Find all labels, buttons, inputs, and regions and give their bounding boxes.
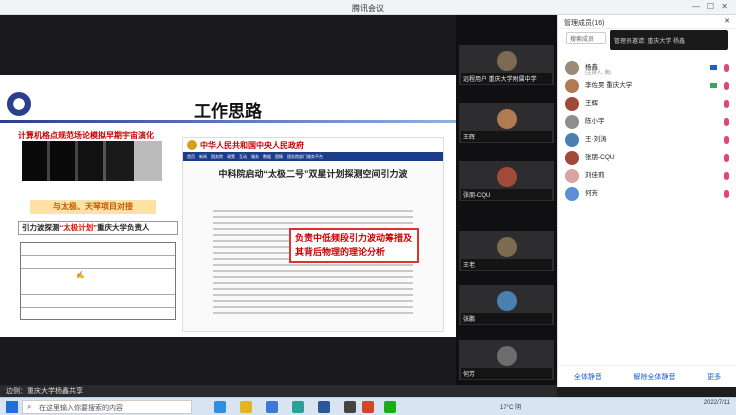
video-tile[interactable]: 张鹏 bbox=[459, 285, 554, 325]
invite-notice: 管理员邀请: 重庆大学 杨鑫 bbox=[610, 30, 728, 50]
shared-slide: 工作思路 计算机格点规范场论模拟早期宇宙演化 与太极、天琴项目对接 引力波探测“… bbox=[0, 75, 456, 337]
camera-icon[interactable] bbox=[710, 83, 717, 88]
avatar bbox=[565, 97, 579, 111]
list-item[interactable]: 王辉 bbox=[558, 95, 736, 113]
avatar bbox=[565, 187, 579, 201]
close-icon[interactable]: ✕ bbox=[721, 2, 728, 11]
supercomputer-image bbox=[22, 141, 162, 181]
mic-muted-icon[interactable] bbox=[724, 100, 729, 108]
word-icon[interactable] bbox=[318, 401, 330, 413]
os-taskbar: ⌕ 在这里输入你要搜索的内容 17°C 阴 2022/7/11 bbox=[0, 397, 736, 415]
more-button[interactable]: 更多 bbox=[707, 372, 721, 382]
gw-label-suffix: 重庆大学负责人 bbox=[97, 223, 150, 232]
mic-muted-icon[interactable] bbox=[724, 172, 729, 180]
video-tile[interactable]: 远程用户 重庆大学附属中学 bbox=[459, 45, 554, 85]
windows-start-icon[interactable] bbox=[6, 401, 18, 413]
camera-icon[interactable] bbox=[710, 65, 717, 70]
mute-all-button[interactable]: 全体静音 bbox=[574, 372, 602, 382]
list-item[interactable]: 张朋-CQU bbox=[558, 149, 736, 167]
list-item[interactable]: 陈小宇 bbox=[558, 113, 736, 131]
avatar bbox=[497, 291, 517, 311]
collab-label: 与太极、天琴项目对接 bbox=[30, 200, 156, 214]
slide-title-rule bbox=[0, 120, 456, 123]
list-item[interactable]: 王·刘涛 bbox=[558, 131, 736, 149]
video-tile[interactable]: 张朋-CQU bbox=[459, 161, 554, 201]
avatar bbox=[565, 79, 579, 93]
simulation-heading: 计算机格点规范场论模拟早期宇宙演化 bbox=[18, 131, 154, 140]
mic-muted-icon[interactable] bbox=[724, 136, 729, 144]
avatar bbox=[497, 167, 517, 187]
video-tile[interactable]: 何芳 bbox=[459, 340, 554, 380]
avatar bbox=[497, 346, 517, 366]
avatar bbox=[565, 61, 579, 75]
avatar bbox=[497, 237, 517, 257]
avatar bbox=[565, 133, 579, 147]
signed-form-image: ✍ bbox=[20, 242, 176, 320]
avatar bbox=[497, 51, 517, 71]
gw-label-highlight: “太极计划” bbox=[59, 223, 98, 232]
list-item[interactable]: 何芳 bbox=[558, 185, 736, 203]
unmute-all-button[interactable]: 解除全体静音 bbox=[633, 372, 675, 382]
national-emblem-icon bbox=[187, 140, 197, 150]
app-icon[interactable] bbox=[344, 401, 356, 413]
avatar bbox=[497, 109, 517, 129]
handwritten-signature: ✍ bbox=[76, 271, 85, 279]
mic-muted-icon[interactable] bbox=[724, 82, 729, 90]
video-gallery: 远程用户 重庆大学附属中学 王辉 张朋-CQU 王老 张鹏 何芳 bbox=[456, 15, 557, 387]
video-tile[interactable]: 王辉 bbox=[459, 103, 554, 143]
list-item[interactable]: 李佐昊 重庆大学 bbox=[558, 77, 736, 95]
shared-screen-area: 工作思路 计算机格点规范场论模拟早期宇宙演化 与太极、天琴项目对接 引力波探测“… bbox=[0, 15, 456, 387]
system-clock[interactable]: 2022/7/11 bbox=[704, 400, 730, 407]
website-nav: 首页 新闻 国务院 政策 互动 服务 数据 国情 国务院部门服务平台 bbox=[183, 152, 443, 161]
close-panel-icon[interactable]: ✕ bbox=[724, 17, 730, 25]
search-icon: ⌕ bbox=[27, 402, 32, 411]
window-titlebar: 腾讯会议 — ☐ ✕ bbox=[0, 0, 736, 15]
participants-header: 管理成员(16) bbox=[564, 20, 605, 27]
callout-box: 负责中低频段引力波动筹措及其背后物理的理论分析 bbox=[289, 228, 419, 263]
avatar bbox=[565, 169, 579, 183]
avatar bbox=[565, 151, 579, 165]
video-tile[interactable]: 王老 bbox=[459, 231, 554, 271]
news-webpage-screenshot: 中华人民共和国中央人民政府 首页 新闻 国务院 政策 互动 服务 数据 国情 国… bbox=[182, 137, 444, 332]
weather-readout[interactable]: 17°C 阴 bbox=[500, 402, 521, 411]
list-item[interactable]: 刘佳莉 bbox=[558, 167, 736, 185]
powerpoint-icon[interactable] bbox=[362, 401, 374, 413]
taskbar-search-input[interactable]: ⌕ 在这里输入你要搜索的内容 bbox=[22, 400, 192, 414]
gw-detection-label: 引力波探测“太极计划”重庆大学负责人 bbox=[18, 221, 178, 235]
gw-label-prefix: 引力波探测 bbox=[22, 223, 60, 232]
participants-panel: 管理成员(16) ✕ 搜索成员 管理员邀请: 重庆大学 杨鑫 杨鑫 (主持人, … bbox=[557, 15, 736, 387]
wechat-icon[interactable] bbox=[384, 401, 396, 413]
mic-muted-icon[interactable] bbox=[724, 190, 729, 198]
edge-browser-icon[interactable] bbox=[214, 401, 226, 413]
panel-actions: 全体静音 解除全体静音 更多 bbox=[558, 365, 736, 387]
slide-title: 工作思路 bbox=[194, 102, 262, 121]
mic-muted-icon[interactable] bbox=[724, 64, 729, 72]
window-title: 腾讯会议 bbox=[352, 4, 384, 13]
website-name: 中华人民共和国中央人民政府 bbox=[200, 141, 304, 150]
minimize-icon[interactable]: — bbox=[692, 2, 700, 11]
mic-muted-icon[interactable] bbox=[724, 118, 729, 126]
file-explorer-icon[interactable] bbox=[240, 401, 252, 413]
article-title: 中科院启动“太极二号”双星计划探测空间引力波 bbox=[218, 169, 408, 179]
article-body bbox=[213, 210, 413, 318]
mic-muted-icon[interactable] bbox=[724, 154, 729, 162]
mail-icon[interactable] bbox=[266, 401, 278, 413]
participant-list: 杨鑫 (主持人, 我) 李佐昊 重庆大学 王辉 陈小宇 王·刘涛 张朋-CQU … bbox=[558, 59, 736, 203]
maximize-icon[interactable]: ☐ bbox=[707, 2, 714, 11]
member-search-input[interactable]: 搜索成员 bbox=[566, 32, 606, 44]
tencent-meeting-icon[interactable] bbox=[292, 401, 304, 413]
sharing-notice: 边侧：重庆大学杨鑫共享 bbox=[0, 385, 557, 397]
avatar bbox=[565, 115, 579, 129]
list-item[interactable]: 杨鑫 (主持人, 我) bbox=[558, 59, 736, 77]
